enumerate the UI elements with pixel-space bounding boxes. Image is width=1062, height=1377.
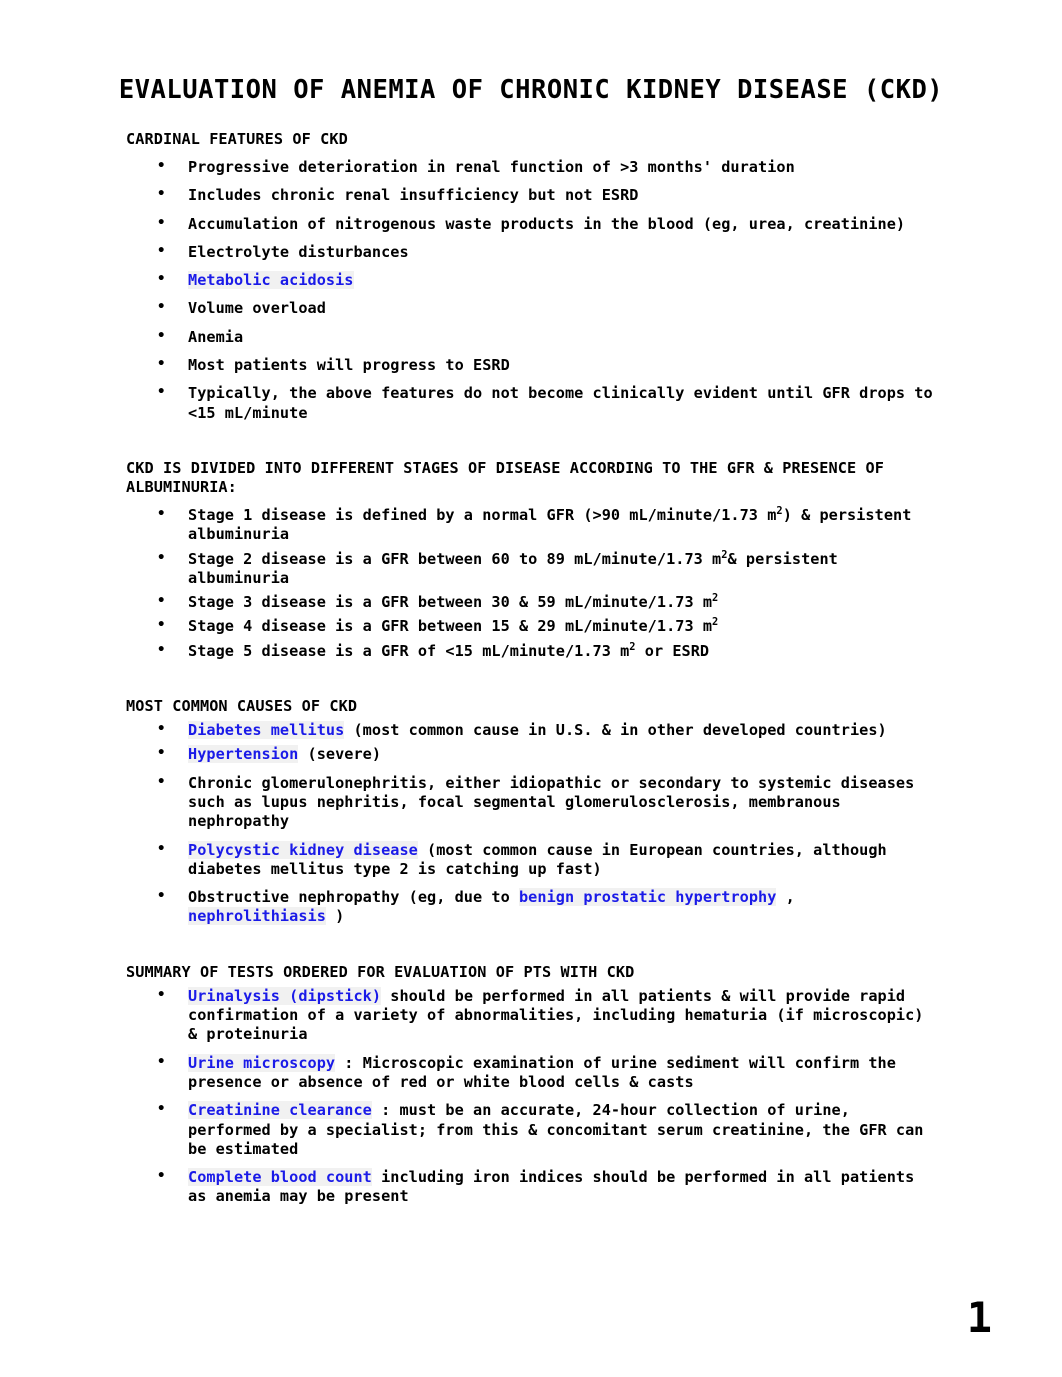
list-item-text: Hypertension (severe) [188, 745, 938, 764]
section-heading: SUMMARY OF TESTS ORDERED FOR EVALUATION … [126, 962, 635, 981]
list-item: Chronic glomerulonephritis, either idiop… [126, 773, 938, 832]
stage-text-pre: Stage 3 disease is a GFR between 30 & 59… [188, 593, 713, 612]
superscript: 2 [712, 616, 719, 629]
list-item: Metabolic acidosis [126, 270, 938, 290]
section-common-causes: MOST COMMON CAUSES OF CKD Diabetes melli… [126, 697, 938, 927]
link-benign-prostatic-hypertrophy[interactable]: benign prostatic hypertrophy [518, 888, 777, 907]
list-item: Stage 1 disease is defined by a normal G… [126, 505, 938, 545]
link-urine-microscopy[interactable]: Urine microscopy [188, 1053, 336, 1072]
link-creatinine-clearance[interactable]: Creatinine clearance [188, 1101, 372, 1120]
list-item: Typically, the above features do not bec… [126, 383, 938, 423]
section-heading: CKD IS DIVIDED INTO DIFFERENT STAGES OF … [126, 458, 884, 496]
list-item: Urinalysis (dipstick) should be performe… [126, 986, 938, 1045]
list-item-text: Stage 1 disease is defined by a normal G… [188, 506, 938, 545]
list-item: Creatinine clearance : must be an accura… [126, 1100, 938, 1159]
list-item-text: Typically, the above features do not bec… [188, 384, 933, 422]
list-item-text: Anemia [188, 327, 244, 346]
link-complete-blood-count[interactable]: Complete blood count [188, 1168, 372, 1187]
bullet-list: Progressive deterioration in renal funct… [126, 157, 938, 423]
section-summary-of-tests: SUMMARY OF TESTS ORDERED FOR EVALUATION … [126, 963, 938, 1207]
list-item-text: Includes chronic renal insufficiency but… [188, 186, 639, 205]
bullet-list: Urinalysis (dipstick) should be performe… [126, 986, 938, 1207]
link-metabolic-acidosis[interactable]: Metabolic acidosis [188, 271, 354, 290]
list-item: Obstructive nephropathy (eg, due to beni… [126, 887, 938, 927]
stage-text-pre: Stage 1 disease is defined by a normal G… [188, 505, 777, 524]
list-item-text: Complete blood count including iron indi… [188, 1168, 938, 1207]
list-item: Volume overload [126, 298, 938, 318]
list-item: Progressive deterioration in renal funct… [126, 157, 938, 177]
link-urinalysis-dipstick[interactable]: Urinalysis (dipstick) [188, 986, 382, 1005]
list-item-text: Accumulation of nitrogenous waste produc… [188, 214, 906, 233]
superscript: 2 [712, 592, 719, 605]
page-title: EVALUATION OF ANEMIA OF CHRONIC KIDNEY D… [118, 75, 944, 106]
list-item-leading-text: Obstructive nephropathy (eg, due to [188, 888, 519, 907]
list-item-text: Stage 2 disease is a GFR between 60 to 8… [188, 549, 938, 589]
list-item: Diabetes mellitus (most common cause in … [126, 720, 938, 740]
list-item-text: Stage 3 disease is a GFR between 30 & 59… [188, 593, 938, 612]
list-item-text: Stage 5 disease is a GFR of <15 mL/minut… [188, 642, 938, 661]
list-item: Anemia [126, 327, 938, 347]
list-item-text: Most patients will progress to ESRD [188, 356, 510, 375]
list-item-text: Volume overload [188, 299, 326, 318]
list-item: Complete blood count including iron indi… [126, 1167, 938, 1207]
list-item-text: Urinalysis (dipstick) should be performe… [188, 986, 938, 1045]
list-item-text: Stage 4 disease is a GFR between 15 & 29… [188, 617, 938, 636]
list-item: Polycystic kidney disease (most common c… [126, 840, 938, 880]
section-cardinal-features: CARDINAL FEATURES OF CKD Progressive det… [126, 130, 938, 423]
list-item: Stage 2 disease is a GFR between 60 to 8… [126, 549, 938, 589]
list-item-text: Chronic glomerulonephritis, either idiop… [188, 773, 915, 831]
stage-text-post: or ESRD [635, 641, 710, 660]
list-item: Stage 3 disease is a GFR between 30 & 59… [126, 592, 938, 612]
stage-text-pre: Stage 5 disease is a GFR of <15 mL/minut… [188, 641, 630, 660]
list-item-text: Electrolyte disturbances [188, 242, 409, 261]
list-item: Includes chronic renal insufficiency but… [126, 185, 938, 205]
list-item-text: Diabetes mellitus (most common cause in … [188, 721, 938, 740]
list-item: Electrolyte disturbances [126, 242, 938, 262]
stage-text-pre: Stage 2 disease is a GFR between 60 to 8… [188, 549, 722, 568]
stage-text-pre: Stage 4 disease is a GFR between 15 & 29… [188, 617, 713, 636]
list-item-text: Creatinine clearance : must be an accura… [188, 1101, 938, 1159]
list-item-text: Urine microscopy : Microscopic examinati… [188, 1053, 938, 1093]
section-heading: MOST COMMON CAUSES OF CKD [126, 697, 358, 716]
list-item: Most patients will progress to ESRD [126, 355, 938, 375]
document-page: EVALUATION OF ANEMIA OF CHRONIC KIDNEY D… [0, 0, 1062, 1377]
link-nephrolithiasis[interactable]: nephrolithiasis [188, 907, 326, 926]
list-item: Urine microscopy : Microscopic examinati… [126, 1053, 938, 1093]
document-body: CARDINAL FEATURES OF CKD Progressive det… [126, 130, 938, 1207]
page-number: 1 [966, 1293, 992, 1342]
list-item: Stage 5 disease is a GFR of <15 mL/minut… [126, 641, 938, 661]
bullet-list: Stage 1 disease is defined by a normal G… [126, 505, 938, 661]
link-diabetes-mellitus[interactable]: Diabetes mellitus [188, 721, 345, 740]
list-item-trailing-text: (most common cause in U.S. & in other de… [344, 721, 887, 740]
list-item-text: Obstructive nephropathy (eg, due to beni… [188, 888, 938, 927]
list-item-text: Polycystic kidney disease (most common c… [188, 840, 938, 880]
bullet-list: Diabetes mellitus (most common cause in … [126, 720, 938, 927]
list-item-trailing-text: (severe) [298, 745, 382, 764]
link-hypertension[interactable]: Hypertension [188, 745, 299, 764]
list-item: Accumulation of nitrogenous waste produc… [126, 214, 938, 234]
list-item-trailing-text: ) [325, 907, 345, 926]
list-item-text: Metabolic acidosis [188, 271, 938, 290]
list-item-text: Progressive deterioration in renal funct… [188, 158, 795, 176]
list-item: Stage 4 disease is a GFR between 15 & 29… [126, 616, 938, 636]
link-polycystic-kidney-disease[interactable]: Polycystic kidney disease [188, 840, 418, 859]
section-ckd-stages: CKD IS DIVIDED INTO DIFFERENT STAGES OF … [126, 459, 938, 661]
list-item-middle-text: , [776, 888, 795, 907]
section-heading: CARDINAL FEATURES OF CKD [126, 130, 348, 148]
list-item: Hypertension (severe) [126, 744, 938, 764]
